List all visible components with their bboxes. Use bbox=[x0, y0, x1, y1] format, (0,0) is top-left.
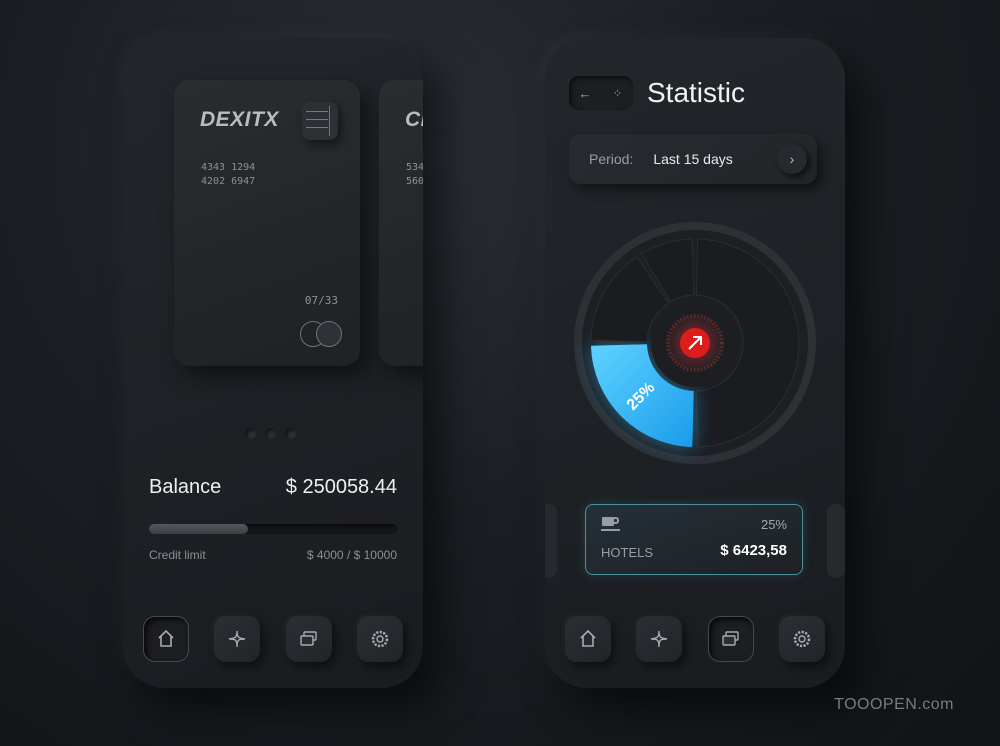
category-percent: 25% bbox=[760, 517, 787, 532]
category-name: HOTELS bbox=[601, 545, 654, 560]
card-number-line1: 4343 1294 bbox=[201, 162, 256, 173]
balance-value: $ 250058.44 bbox=[285, 476, 397, 498]
back-button[interactable]: ← bbox=[569, 76, 601, 110]
card-brand: CI bbox=[405, 108, 423, 131]
nav-cards-button[interactable] bbox=[285, 616, 332, 662]
nav-home-button[interactable] bbox=[143, 616, 189, 662]
card-number-line1: 534 bbox=[406, 162, 423, 173]
chip-icon bbox=[302, 102, 338, 140]
cards-icon bbox=[721, 631, 739, 646]
category-card-hotels[interactable]: 25% HOTELS $ 6423,58 bbox=[585, 504, 803, 575]
card-brand: DEXITX bbox=[200, 108, 279, 131]
card-pager[interactable] bbox=[245, 428, 296, 439]
arrow-left-icon: ← bbox=[578, 85, 592, 101]
grid-button[interactable]: ⁘ bbox=[601, 76, 633, 110]
credit-limit-bar bbox=[149, 524, 397, 534]
chevron-right-icon: › bbox=[789, 151, 795, 167]
bottom-nav bbox=[143, 616, 403, 662]
trend-button[interactable] bbox=[680, 328, 710, 358]
page-title: Statistic bbox=[647, 77, 746, 108]
mastercard-icon bbox=[316, 321, 342, 347]
card-expiry: 07/33 bbox=[304, 294, 338, 307]
balance-label: Balance bbox=[149, 476, 222, 498]
statistic-screen: ← ⁘ Statistic Period: Last 15 days › 25% … bbox=[545, 38, 845, 688]
card-number-line2: 4202 6947 bbox=[201, 176, 256, 187]
bottom-nav bbox=[565, 616, 825, 662]
period-next-button[interactable]: › bbox=[777, 144, 807, 174]
nav-plus-button[interactable] bbox=[214, 616, 261, 662]
credit-limit-value: $ 4000 / $ 10000 bbox=[306, 548, 397, 562]
pager-dot[interactable] bbox=[285, 428, 296, 439]
credit-limit-label: Credit limit bbox=[149, 548, 206, 562]
pager-dot[interactable] bbox=[265, 428, 276, 439]
spending-donut-chart: 25% bbox=[574, 222, 816, 464]
nav-home-button[interactable] bbox=[565, 616, 611, 662]
cards-icon bbox=[299, 631, 317, 646]
gear-icon bbox=[793, 630, 811, 648]
credit-limit-fill bbox=[149, 524, 249, 534]
watermark: TOOOPEN.com bbox=[834, 696, 954, 713]
period-label: Period: bbox=[589, 151, 634, 167]
category-card-prev[interactable] bbox=[545, 504, 557, 578]
category-card-next[interactable] bbox=[827, 504, 845, 578]
credit-card[interactable]: DEXITX 4343 1294 4202 6947 07/33 bbox=[174, 80, 360, 366]
period-selector[interactable]: Period: Last 15 days › bbox=[569, 134, 817, 184]
home-icon bbox=[580, 629, 596, 647]
nav-gear-button[interactable] bbox=[356, 616, 403, 662]
pager-dot[interactable] bbox=[245, 428, 256, 439]
plus-icon bbox=[229, 630, 246, 648]
cup-icon bbox=[601, 517, 620, 531]
wallet-screen: DEXITX 4343 1294 4202 6947 07/33 CI 534 … bbox=[123, 38, 423, 688]
card-number-line2: 560 bbox=[406, 176, 423, 187]
grid-icon: ⁘ bbox=[612, 87, 622, 100]
gear-icon bbox=[371, 630, 389, 648]
home-icon bbox=[158, 629, 174, 647]
category-amount: $ 6423,58 bbox=[720, 542, 787, 559]
nav-gear-button[interactable] bbox=[778, 616, 825, 662]
credit-card[interactable]: CI 534 560 bbox=[379, 80, 423, 366]
nav-plus-button[interactable] bbox=[636, 616, 683, 662]
period-value: Last 15 days bbox=[653, 151, 733, 167]
plus-icon bbox=[651, 630, 668, 648]
nav-cards-button[interactable] bbox=[707, 616, 754, 662]
